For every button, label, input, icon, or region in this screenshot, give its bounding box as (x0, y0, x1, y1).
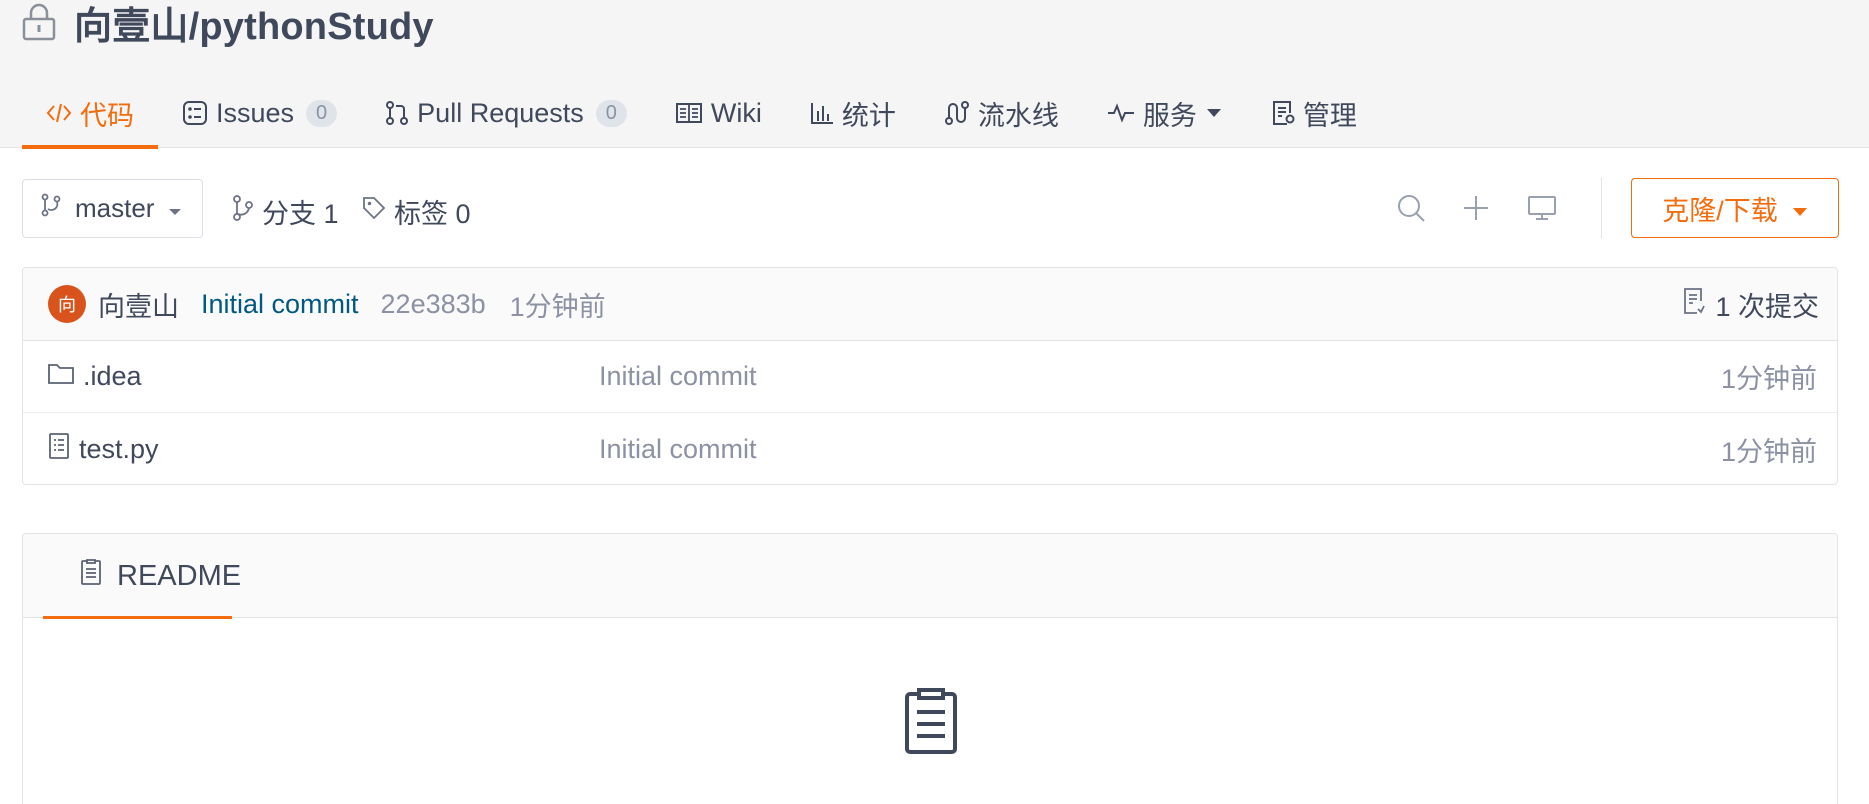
readme-header: README (23, 534, 1837, 619)
repo-tabs: 代码 Issues 0 Pull Requests 0 Wiki 统计 流水线 … (22, 78, 1381, 149)
commit-message[interactable]: Initial commit (201, 289, 359, 320)
search-icon (1396, 193, 1426, 228)
file-name-link[interactable]: .idea (47, 361, 142, 392)
file-commit-time: 1分钟前 (1720, 364, 1817, 394)
add-file-button[interactable] (1456, 190, 1496, 230)
file-name-link[interactable]: test.py (47, 432, 159, 467)
branch-name: master (75, 193, 155, 223)
branch-icon (41, 193, 61, 224)
folder-icon (47, 361, 75, 392)
tab-manage[interactable]: 管理 (1247, 78, 1381, 148)
branch-selector[interactable]: master (22, 179, 203, 238)
settings-doc-icon (1271, 100, 1295, 126)
tab-label: Pull Requests (417, 97, 584, 128)
pull-requests-count-badge: 0 (595, 99, 627, 127)
tag-icon (362, 196, 386, 227)
readme-icon (79, 558, 103, 594)
file-commit-message[interactable]: Initial commit (599, 434, 757, 465)
readme-panel: README (22, 533, 1838, 804)
table-row: .idea Initial commit 1分钟前 (23, 341, 1837, 413)
file-commit-message[interactable]: Initial commit (599, 361, 757, 392)
avatar[interactable]: 向 (48, 285, 86, 323)
tab-pipeline[interactable]: 流水线 (920, 78, 1083, 148)
clipboard-icon (903, 688, 959, 759)
readme-tab-label: README (117, 559, 242, 592)
lock-icon (22, 2, 60, 42)
file-commit-time: 1分钟前 (1720, 436, 1817, 467)
commit-time: 1分钟前 (509, 291, 606, 322)
tab-label: 流水线 (977, 100, 1059, 131)
caret-down-icon (1792, 193, 1808, 224)
latest-commit-bar: 向 向壹山 Initial commit 22e383b 1分钟前 1 次提交 (23, 268, 1837, 341)
file-icon (47, 432, 71, 467)
bar-chart-icon (810, 101, 834, 125)
tab-stats[interactable]: 统计 (786, 78, 920, 148)
monitor-icon (1527, 195, 1557, 226)
branches-label: 分支 1 (262, 199, 339, 229)
pipeline-icon (944, 100, 970, 126)
tags-label: 标签 0 (394, 199, 471, 229)
tab-label: 服务 (1142, 100, 1197, 131)
caret-down-icon (168, 193, 182, 224)
issues-count-badge: 0 (306, 99, 338, 127)
tab-services[interactable]: 服务 (1083, 78, 1247, 148)
tab-label: Wiki (710, 97, 762, 128)
repo-name[interactable]: 向壹山/pythonStudy (74, 0, 434, 50)
book-icon (675, 102, 703, 124)
commit-count-label: 1 次提交 (1715, 292, 1819, 322)
commit-author[interactable]: 向壹山 (98, 285, 179, 324)
file-name: .idea (83, 361, 142, 391)
tab-label: 管理 (1302, 100, 1357, 131)
toolbar-divider (1601, 178, 1602, 238)
tab-label: Issues (216, 97, 295, 128)
commit-sha[interactable]: 22e383b (381, 289, 486, 320)
tab-issues[interactable]: Issues 0 (158, 78, 361, 148)
chevron-down-icon (1205, 107, 1223, 119)
tab-label: 统计 (841, 100, 896, 131)
pull-request-icon (385, 100, 409, 126)
code-icon (46, 101, 72, 125)
search-button[interactable] (1391, 190, 1431, 230)
tags-link[interactable]: 标签 0 (362, 192, 471, 231)
web-ide-button[interactable] (1522, 190, 1562, 230)
commits-icon (1683, 287, 1706, 322)
clone-download-label: 克隆/下载 (1662, 195, 1778, 226)
issues-icon (182, 100, 208, 126)
tab-pull-requests[interactable]: Pull Requests 0 (361, 78, 651, 148)
commit-count-link[interactable]: 1 次提交 (1683, 268, 1819, 341)
file-list: 向 向壹山 Initial commit 22e383b 1分钟前 1 次提交 … (22, 267, 1838, 485)
file-name: test.py (79, 433, 159, 464)
clone-download-button[interactable]: 克隆/下载 (1631, 178, 1839, 238)
repo-toolbar: master 分支 1 标签 0 克隆/下载 (22, 178, 1839, 240)
tab-label: 代码 (80, 100, 134, 131)
table-row: test.py Initial commit 1分钟前 (23, 413, 1837, 484)
pulse-icon (1107, 103, 1135, 123)
repo-title: 向壹山/pythonStudy (22, 0, 434, 48)
plus-icon (1462, 194, 1490, 227)
branch-icon (232, 195, 254, 228)
tab-code[interactable]: 代码 (22, 78, 158, 149)
branches-link[interactable]: 分支 1 (232, 192, 339, 231)
tab-readme[interactable]: README (43, 534, 241, 619)
readme-body (23, 618, 1837, 804)
repo-header: 向壹山/pythonStudy 代码 Issues 0 Pull Request… (0, 0, 1869, 149)
tab-wiki[interactable]: Wiki (651, 78, 786, 148)
